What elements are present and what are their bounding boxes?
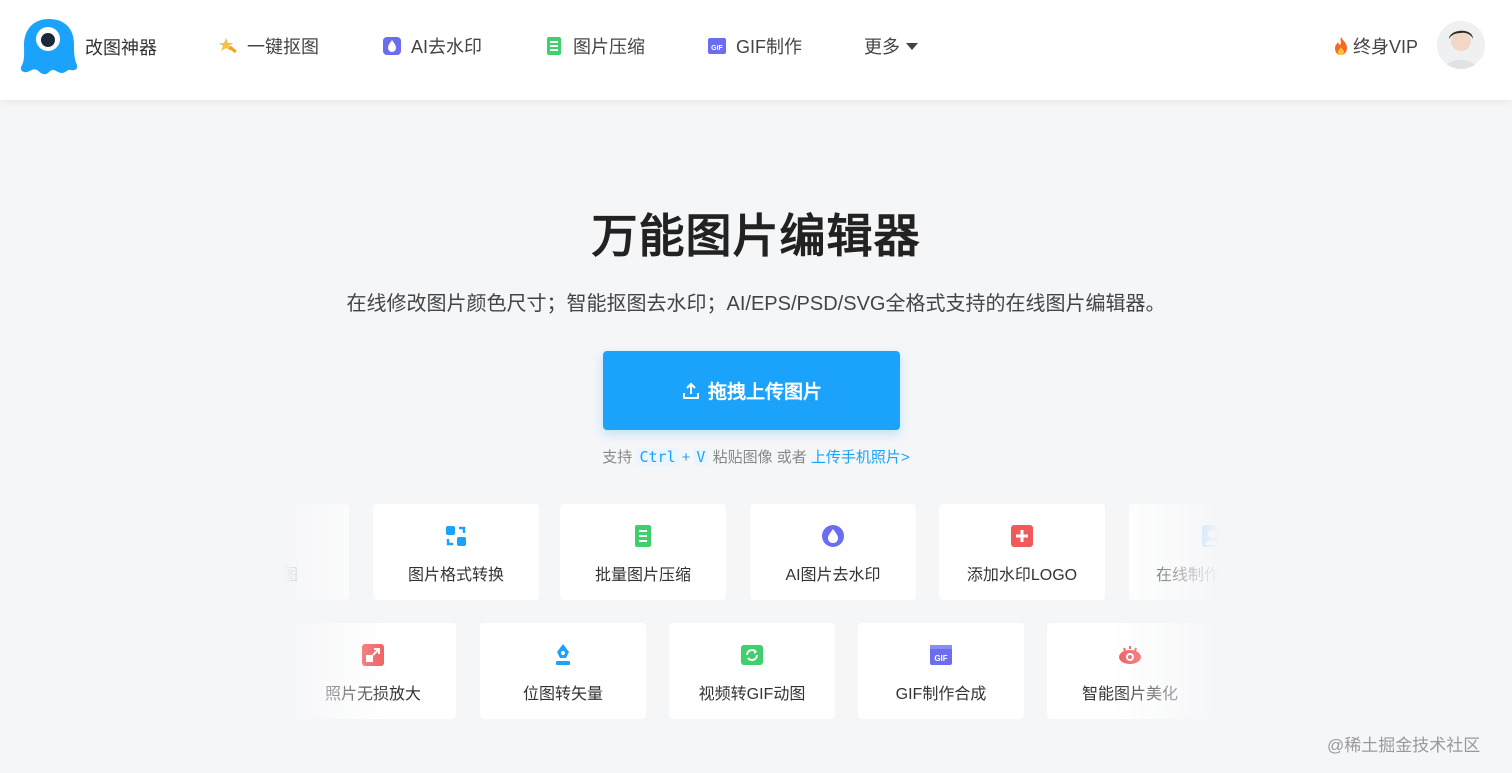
nav-compress[interactable]: 图片压缩 bbox=[544, 30, 645, 62]
nav-gif[interactable]: GIF GIF制作 bbox=[707, 30, 802, 62]
upload-phone-link[interactable]: 上传手机照片> bbox=[811, 449, 910, 466]
top-header: 改图神器 一键抠图 AI去水印 图片压缩 GIF GIF制作 更多 终身VIP bbox=[0, 0, 1512, 100]
brand-name[interactable]: 改图神器 bbox=[85, 34, 157, 60]
site-watermark: @稀土掘金技术社区 bbox=[1327, 736, 1481, 755]
tool-label: 照片无损放大 bbox=[324, 686, 421, 703]
tools-row-1: 一键抠图 图片格式转换 批量图片压缩 AI图片去水印 添加水印LOGO 在线制作… bbox=[270, 504, 1232, 604]
nav-compress-label: 图片压缩 bbox=[573, 37, 645, 57]
nav-ai-watermark[interactable]: AI去水印 bbox=[382, 30, 482, 62]
video-convert-icon bbox=[739, 642, 765, 668]
key-plus: + bbox=[681, 449, 691, 466]
tool-label: 在线制作证件照 bbox=[1155, 567, 1232, 584]
gif-icon: GIF bbox=[707, 36, 727, 56]
id-photo-icon bbox=[1199, 523, 1225, 549]
nav-cutout-label: 一键抠图 bbox=[247, 37, 319, 57]
nav-gif-label: GIF制作 bbox=[736, 37, 802, 57]
nav-cutout[interactable]: 一键抠图 bbox=[218, 30, 319, 62]
pen-icon bbox=[550, 642, 576, 668]
chevron-down-icon bbox=[906, 42, 918, 50]
svg-text:GIF: GIF bbox=[711, 45, 723, 52]
tool-card-format-convert[interactable]: 图片格式转换 bbox=[373, 504, 539, 600]
tool-card-vectorize[interactable]: 位图转矢量 bbox=[480, 623, 646, 719]
water-drop-icon bbox=[382, 36, 402, 56]
upload-button-label: 拖拽上传图片 bbox=[707, 382, 822, 403]
tools-row-2: 照片无损放大 位图转矢量 视频转GIF动图 GIF GIF制作合成 智能图片美化 bbox=[270, 623, 1232, 723]
vip-label: 终身VIP bbox=[1353, 37, 1419, 57]
eye-icon bbox=[1117, 642, 1143, 668]
plus-icon bbox=[1009, 523, 1035, 549]
vip-link[interactable]: 终身VIP bbox=[1332, 33, 1418, 59]
tool-card-video-to-gif[interactable]: 视频转GIF动图 bbox=[669, 623, 835, 719]
tool-label: 一键抠图 bbox=[270, 567, 298, 584]
magic-wand-icon bbox=[218, 36, 238, 56]
upload-icon bbox=[682, 382, 699, 399]
page-subtitle: 在线修改图片颜色尺寸；智能抠图去水印；AI/EPS/PSD/SVG全格式支持的在… bbox=[346, 293, 1166, 315]
upload-hint: 支持 Ctrl + V 粘贴图像 或者 上传手机照片> bbox=[0, 446, 1512, 467]
tool-card-add-logo[interactable]: 添加水印LOGO bbox=[939, 504, 1105, 600]
cutout-icon bbox=[270, 523, 279, 549]
tool-card-cutout[interactable]: 一键抠图 bbox=[270, 504, 349, 600]
compress-icon bbox=[544, 36, 564, 56]
upload-button[interactable]: 拖拽上传图片 bbox=[603, 351, 900, 430]
enlarge-icon bbox=[360, 642, 386, 668]
hint-prefix: 支持 bbox=[602, 449, 633, 466]
nav-ai-watermark-label: AI去水印 bbox=[411, 37, 483, 57]
water-drop-icon bbox=[820, 523, 846, 549]
brand-logo-icon[interactable] bbox=[18, 15, 80, 77]
user-avatar[interactable] bbox=[1437, 21, 1485, 69]
convert-icon bbox=[443, 523, 469, 549]
svg-text:GIF: GIF bbox=[934, 654, 947, 663]
gif-icon: GIF bbox=[928, 642, 954, 668]
hint-middle: 粘贴图像 或者 bbox=[712, 449, 807, 466]
tool-label: 图片格式转换 bbox=[407, 567, 504, 584]
tool-label: 批量图片压缩 bbox=[594, 567, 691, 584]
tool-label: 视频转GIF动图 bbox=[698, 686, 806, 703]
tool-label: 智能图片美化 bbox=[1081, 686, 1178, 703]
compress-icon bbox=[630, 523, 656, 549]
page-title: 万能图片编辑器 bbox=[591, 210, 921, 262]
tool-label: GIF制作合成 bbox=[895, 686, 987, 703]
tool-card-id-photo[interactable]: 在线制作证件照 bbox=[1129, 504, 1232, 600]
nav-more-label: 更多 bbox=[864, 37, 900, 57]
tool-label: AI图片去水印 bbox=[785, 567, 881, 584]
tool-label: 位图转矢量 bbox=[522, 686, 603, 703]
tool-label: 添加水印LOGO bbox=[966, 567, 1078, 584]
tool-card-gif-maker[interactable]: GIF GIF制作合成 bbox=[858, 623, 1024, 719]
tool-card-enlarge[interactable]: 照片无损放大 bbox=[290, 623, 456, 719]
tool-card-beautify[interactable]: 智能图片美化 bbox=[1047, 623, 1213, 719]
tool-card-ai-watermark[interactable]: AI图片去水印 bbox=[750, 504, 916, 600]
nav-more[interactable]: 更多 bbox=[864, 30, 918, 62]
tool-card-batch-compress[interactable]: 批量图片压缩 bbox=[560, 504, 726, 600]
fire-icon bbox=[1335, 37, 1347, 55]
key-ctrl: Ctrl bbox=[636, 448, 679, 466]
key-v: V bbox=[693, 448, 709, 466]
